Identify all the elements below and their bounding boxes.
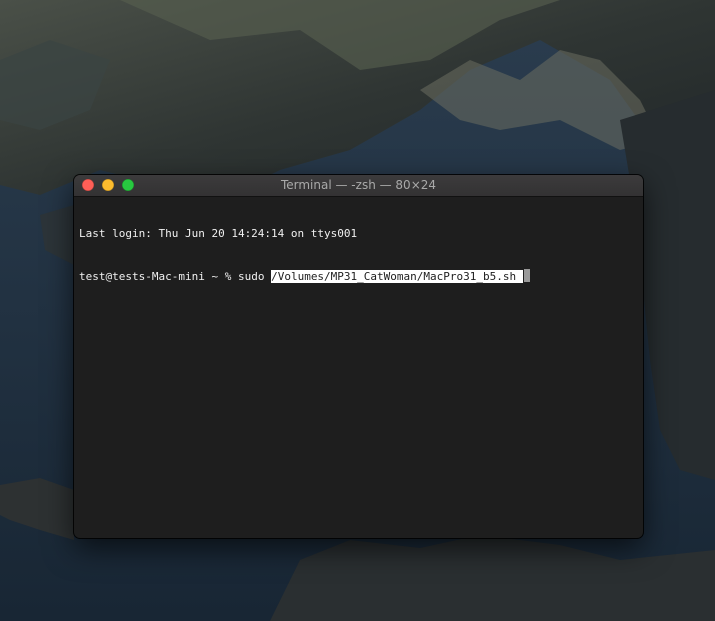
text-cursor — [523, 269, 530, 282]
shell-prompt: test@tests-Mac-mini ~ % — [79, 270, 238, 283]
terminal-window[interactable]: Terminal — -zsh — 80×24 Last login: Thu … — [74, 175, 643, 538]
login-line: Last login: Thu Jun 20 14:24:14 on ttys0… — [79, 227, 358, 240]
desktop: Terminal — -zsh — 80×24 Last login: Thu … — [0, 0, 715, 621]
command-text: sudo — [237, 270, 272, 283]
title-bar[interactable]: Terminal — -zsh — 80×24 — [74, 175, 643, 197]
terminal-output[interactable]: Last login: Thu Jun 20 14:24:14 on ttys0… — [79, 199, 638, 533]
prompt-line: test@tests-Mac-mini ~ % sudo /Volumes/MP… — [79, 269, 638, 283]
selected-path[interactable]: /Volumes/MP31_CatWoman/MacPro31_b5.sh — [271, 270, 523, 283]
window-title: Terminal — -zsh — 80×24 — [280, 178, 437, 192]
